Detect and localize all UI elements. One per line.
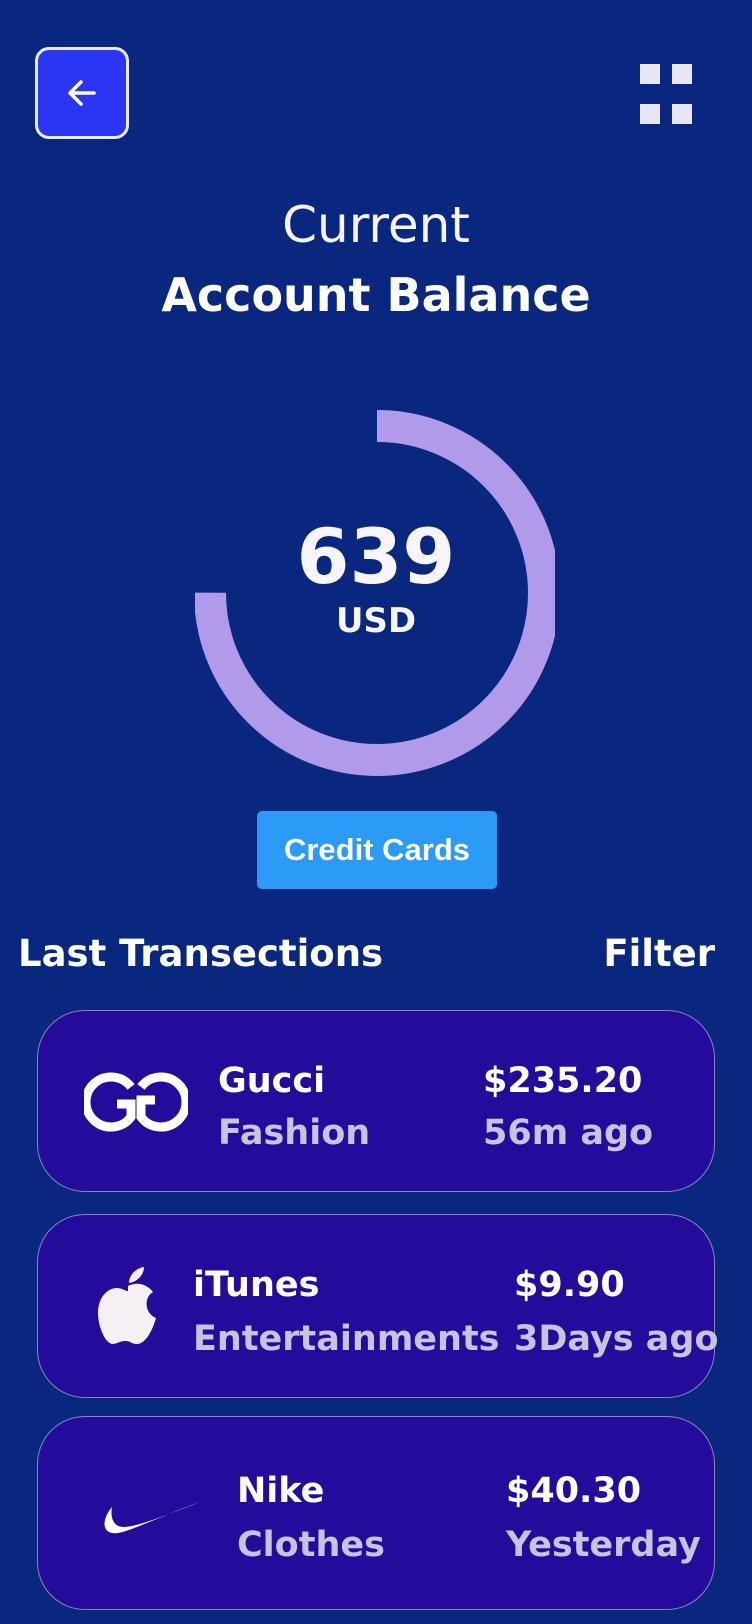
transaction-name: Nike (237, 1471, 325, 1511)
transaction-name: iTunes (193, 1265, 320, 1305)
transaction-category: Entertainments (193, 1319, 500, 1359)
transaction-time: Yesterday (506, 1525, 701, 1565)
gucci-logo (84, 1072, 188, 1132)
transaction-name: Gucci (218, 1061, 326, 1101)
balance-value: 639 (296, 512, 456, 601)
grid-icon (640, 64, 660, 84)
balance-title-current: Current (282, 196, 470, 254)
transaction-time: 56m ago (483, 1113, 654, 1153)
transaction-time: 3Days ago (514, 1319, 719, 1359)
transaction-card[interactable]: Nike Clothes $40.30 Yesterday (37, 1416, 715, 1610)
transaction-card[interactable]: Gucci Fashion $235.20 56m ago (37, 1010, 715, 1192)
arrow-left-icon (68, 80, 96, 106)
transaction-category: Fashion (218, 1113, 371, 1153)
transaction-card[interactable]: iTunes Entertainments $9.90 3Days ago (37, 1214, 719, 1398)
balance-unit: USD (335, 601, 417, 641)
transaction-amount: $40.30 (506, 1471, 642, 1511)
credit-cards-button[interactable]: Credit Cards (257, 811, 497, 889)
apple-logo (98, 1267, 156, 1344)
balance-title: Account Balance (161, 268, 591, 322)
transaction-category: Clothes (237, 1525, 385, 1565)
menu-button[interactable] (640, 64, 692, 124)
transactions-title: Last Transections (18, 932, 384, 975)
transaction-amount: $235.20 (483, 1061, 643, 1101)
transaction-amount: $9.90 (514, 1265, 625, 1305)
filter-button[interactable]: Filter (603, 932, 715, 975)
nike-logo (104, 1501, 202, 1534)
back-button[interactable] (35, 47, 129, 139)
